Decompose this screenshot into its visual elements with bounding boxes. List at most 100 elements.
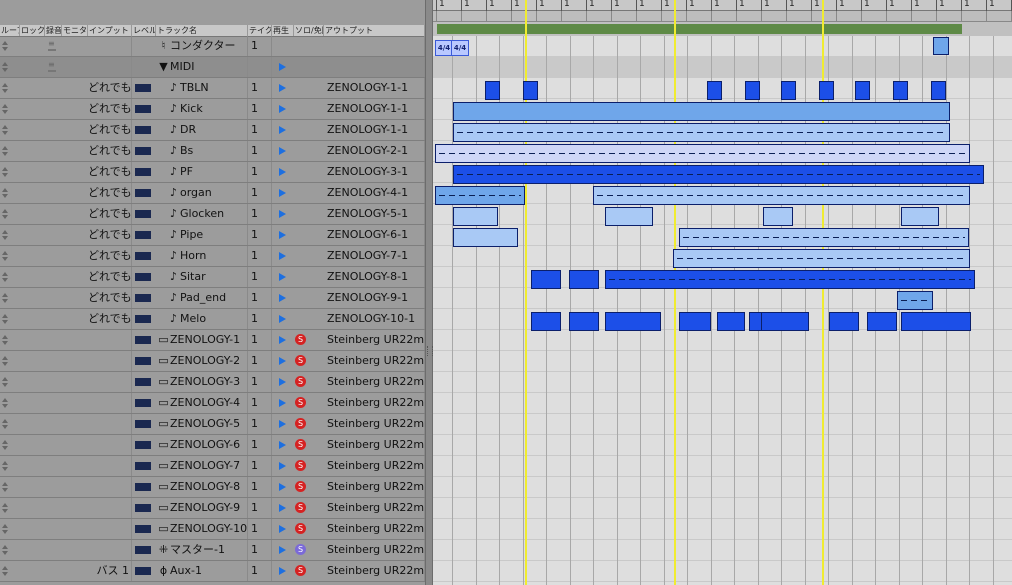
track-input[interactable]: どれでも [88, 204, 132, 224]
midi-clip[interactable] [453, 228, 518, 247]
track-output[interactable]: Steinberg UR22mkII [324, 561, 425, 581]
level-meter[interactable] [135, 210, 151, 218]
arrange-window[interactable]: 111111111111111111111111 4/44/4 [433, 0, 1012, 585]
track-row[interactable]: どれでも ♪ Bs 1 ZENOLOGY-2-1 [0, 141, 425, 162]
header-col-8[interactable]: テイク [248, 25, 272, 36]
track-output[interactable] [324, 36, 425, 56]
arrange-row[interactable] [433, 498, 1012, 519]
track-row[interactable]: ▭ZENOLOGY-101 S Steinberg UR22mkII [0, 519, 425, 540]
play-arrow-icon[interactable] [279, 273, 286, 281]
track-output[interactable]: Steinberg UR22mkII [324, 414, 425, 434]
play-arrow-icon[interactable] [279, 462, 286, 470]
timeline-ruler[interactable]: 111111111111111111111111 [433, 0, 1012, 11]
track-name-cell[interactable]: ▭ZENOLOGY-8 [156, 477, 248, 497]
midi-clip[interactable] [605, 207, 653, 226]
midi-clip[interactable] [569, 312, 599, 331]
track-output[interactable]: Steinberg UR22mkII [324, 351, 425, 371]
play-arrow-icon[interactable] [279, 189, 286, 197]
track-input[interactable]: どれでも [88, 267, 132, 287]
track-row[interactable]: どれでも ♪ Pad_end 1 ZENOLOGY-9-1 [0, 288, 425, 309]
level-meter[interactable] [135, 525, 151, 533]
arrange-row[interactable] [433, 456, 1012, 477]
level-meter[interactable] [135, 84, 151, 92]
play-arrow-icon[interactable] [279, 441, 286, 449]
level-meter[interactable] [135, 462, 151, 470]
arrange-row[interactable] [433, 477, 1012, 498]
track-name-cell[interactable]: ♪ TBLN [156, 78, 248, 98]
track-input[interactable] [88, 477, 132, 497]
midi-clip[interactable] [485, 81, 500, 100]
track-row[interactable]: ▭ZENOLOGY-81SSteinberg UR22mkII [0, 477, 425, 498]
track-input[interactable] [88, 456, 132, 476]
play-arrow-icon[interactable] [279, 546, 286, 554]
track-output[interactable]: ZENOLOGY-7-1 [324, 246, 425, 266]
reorder-arrows-icon[interactable] [2, 62, 8, 72]
track-name-cell[interactable]: ▭ZENOLOGY-4 [156, 393, 248, 413]
midi-clip[interactable] [901, 312, 971, 331]
track-row[interactable]: ⁜マスター-11SSteinberg UR22mkII [0, 540, 425, 561]
midi-clip[interactable] [453, 123, 950, 142]
track-output[interactable] [324, 57, 425, 77]
midi-clip[interactable] [745, 81, 760, 100]
track-row[interactable]: ▭ZENOLOGY-71SSteinberg UR22mkII [0, 456, 425, 477]
midi-clip[interactable] [781, 81, 796, 100]
solo-button[interactable]: S [295, 544, 306, 555]
track-output[interactable]: ZENOLOGY-9-1 [324, 288, 425, 308]
track-row[interactable]: ▭ZENOLOGY-11SSteinberg UR22mkII [0, 330, 425, 351]
level-meter[interactable] [135, 294, 151, 302]
midi-clip[interactable] [531, 270, 561, 289]
level-meter[interactable] [135, 504, 151, 512]
reorder-arrows-icon[interactable] [2, 398, 8, 408]
reorder-arrows-icon[interactable] [2, 335, 8, 345]
level-meter[interactable] [135, 252, 151, 260]
track-row[interactable]: どれでも ♪ Horn 1 ZENOLOGY-7-1 [0, 246, 425, 267]
level-meter[interactable] [135, 315, 151, 323]
arrange-row[interactable] [433, 393, 1012, 414]
track-output[interactable]: Steinberg UR22mkII [324, 393, 425, 413]
track-name-cell[interactable]: ♪ Sitar [156, 267, 248, 287]
reorder-arrows-icon[interactable] [2, 209, 8, 219]
midi-clip[interactable] [855, 81, 870, 100]
track-input[interactable] [88, 414, 132, 434]
reorder-arrows-icon[interactable] [2, 566, 8, 576]
midi-clip[interactable] [867, 312, 897, 331]
play-arrow-icon[interactable] [279, 126, 286, 134]
midi-clip[interactable] [453, 102, 950, 121]
track-name-cell[interactable]: ▼ MIDI [156, 57, 248, 77]
locator-line[interactable] [674, 0, 676, 585]
midi-clip[interactable] [717, 312, 745, 331]
time-signature-marker[interactable]: 4/4 [451, 40, 469, 56]
arrange-row[interactable] [433, 561, 1012, 582]
solo-button[interactable]: S [295, 355, 306, 366]
solo-button[interactable]: S [295, 439, 306, 450]
track-row[interactable]: ≡ ♮ コンダクター 1 [0, 36, 425, 57]
track-output[interactable]: Steinberg UR22mkII [324, 435, 425, 455]
monitor-icon[interactable]: ≡ [48, 61, 56, 72]
track-output[interactable]: ZENOLOGY-1-1 [324, 78, 425, 98]
midi-clip[interactable] [897, 291, 933, 310]
header-col-4[interactable]: モニタ [62, 25, 88, 36]
play-arrow-icon[interactable] [279, 210, 286, 218]
midi-clip[interactable] [763, 207, 793, 226]
header-col-9[interactable]: 再生 [272, 25, 294, 36]
midi-clip[interactable] [605, 270, 975, 289]
arrange-row[interactable] [433, 435, 1012, 456]
track-input[interactable]: どれでも [88, 99, 132, 119]
solo-button[interactable]: S [295, 418, 306, 429]
locator-range-bar[interactable] [433, 22, 1012, 36]
reorder-arrows-icon[interactable] [2, 251, 8, 261]
solo-button[interactable]: S [295, 334, 306, 345]
midi-clip[interactable] [819, 81, 834, 100]
reorder-arrows-icon[interactable] [2, 482, 8, 492]
midi-clip[interactable] [453, 165, 984, 184]
play-arrow-icon[interactable] [279, 84, 286, 92]
reorder-arrows-icon[interactable] [2, 356, 8, 366]
midi-clip[interactable] [435, 186, 525, 205]
loop-bar[interactable] [433, 11, 1012, 22]
reorder-arrows-icon[interactable] [2, 230, 8, 240]
track-output[interactable]: ZENOLOGY-8-1 [324, 267, 425, 287]
level-meter[interactable] [135, 399, 151, 407]
arrange-row[interactable] [433, 330, 1012, 351]
track-output[interactable]: Steinberg UR22mkII [324, 540, 425, 560]
play-arrow-icon[interactable] [279, 525, 286, 533]
